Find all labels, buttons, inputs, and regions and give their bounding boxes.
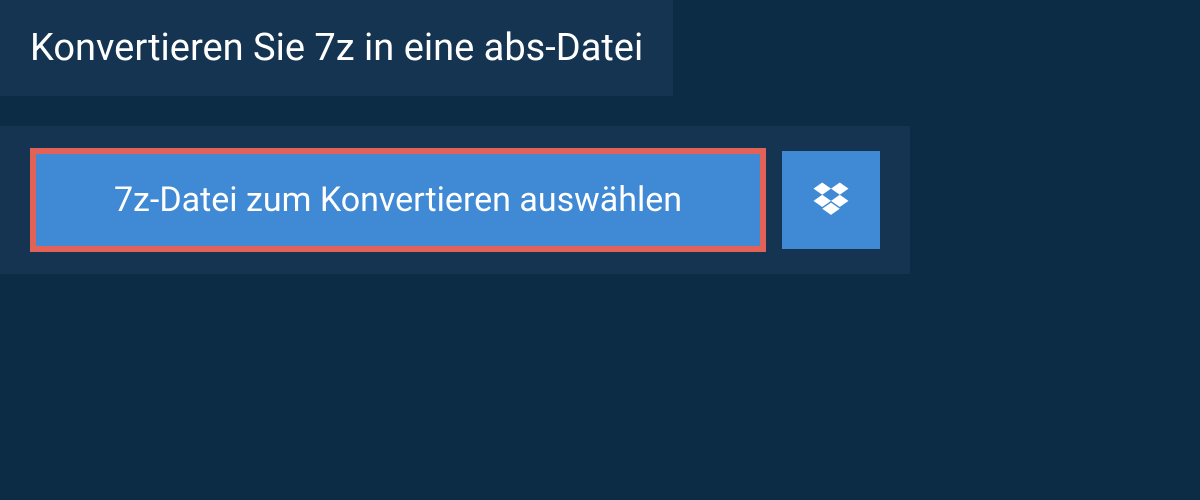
dropbox-button[interactable] bbox=[782, 151, 880, 249]
dropbox-icon bbox=[810, 179, 852, 221]
page-title: Konvertieren Sie 7z in eine abs-Datei bbox=[30, 26, 643, 70]
header-bar: Konvertieren Sie 7z in eine abs-Datei bbox=[0, 0, 673, 96]
select-file-button-label: 7z-Datei zum Konvertieren auswählen bbox=[114, 180, 682, 220]
select-file-button[interactable]: 7z-Datei zum Konvertieren auswählen bbox=[30, 148, 766, 252]
upload-panel: 7z-Datei zum Konvertieren auswählen bbox=[0, 126, 910, 274]
